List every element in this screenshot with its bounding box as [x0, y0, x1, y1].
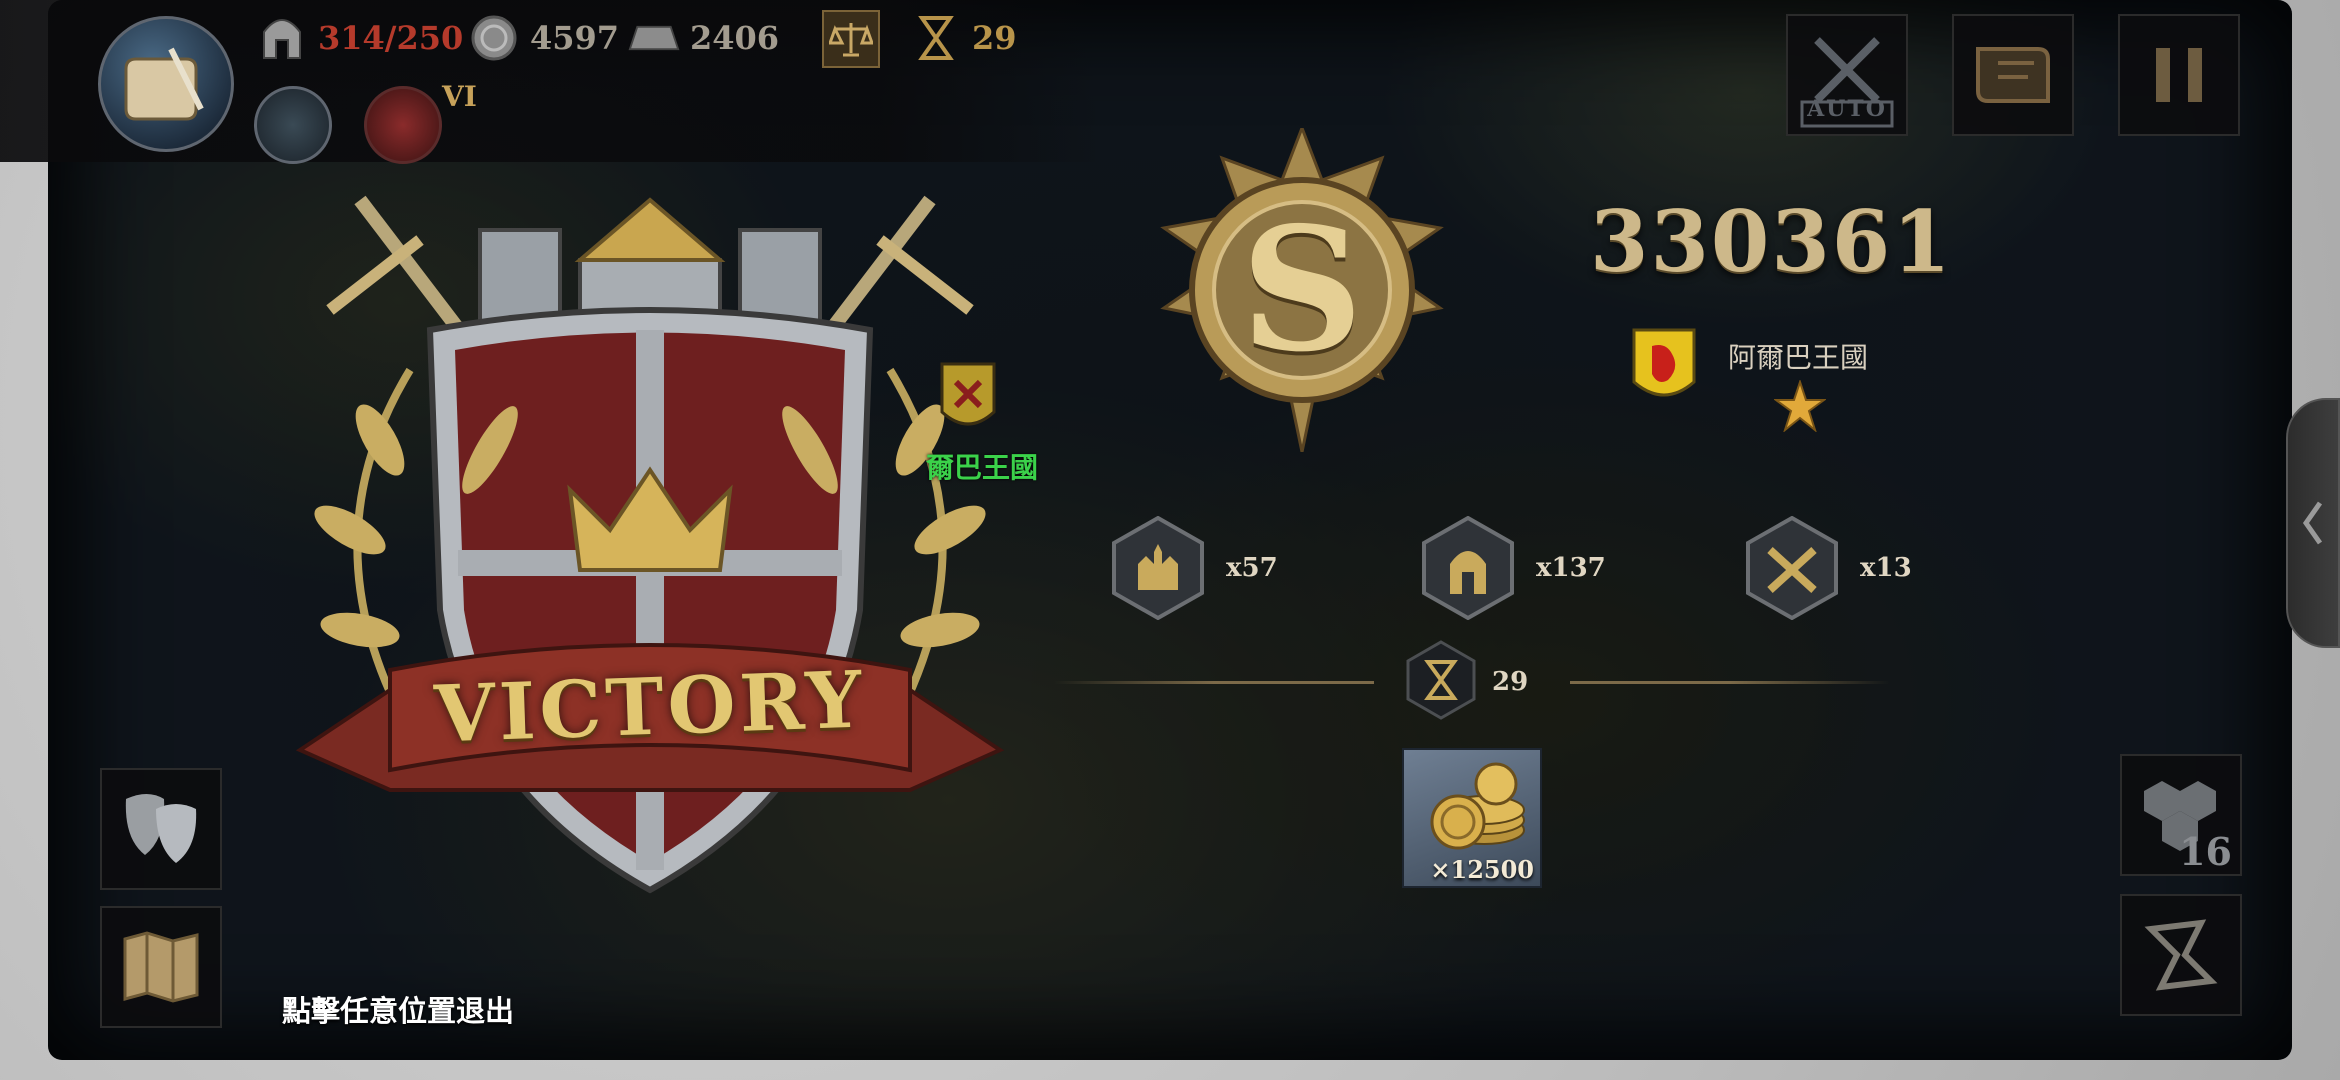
hourglass-icon	[910, 12, 962, 64]
level-label: VI	[442, 80, 477, 113]
stat-castles-value: x57	[1226, 553, 1278, 583]
silver-coin-icon	[468, 12, 520, 64]
top-resource-bar: 314/250 4597 2406 29 VI	[0, 0, 1100, 164]
territory-flag-icon	[940, 362, 996, 436]
victory-emblem: VICTORY	[270, 190, 1030, 910]
stat-soldiers: x137	[1422, 515, 1606, 621]
stat-weapons: x13	[1746, 515, 1912, 621]
map-scroll-button[interactable]	[100, 906, 222, 1028]
cannon-unit-icon[interactable]	[364, 86, 442, 164]
theater-masks-button[interactable]	[100, 768, 222, 890]
hex-count: 16	[2179, 829, 2232, 874]
victory-title: VICTORY	[432, 654, 868, 761]
stat-castles: x57	[1112, 515, 1278, 621]
troops-counter: 314/250	[256, 12, 463, 64]
end-turn-hourglass-button[interactable]	[2120, 894, 2242, 1016]
territory-label[interactable]: 爾巴王國	[926, 446, 1038, 486]
troops-value: 314/250	[318, 19, 464, 57]
divider-left	[1054, 681, 1374, 684]
auto-battle-button[interactable]: AUTO	[1786, 14, 1908, 136]
rank-letter: S	[1240, 190, 1364, 390]
stat-weapons-value: x13	[1860, 553, 1912, 583]
crossed-swords-icon	[1746, 515, 1838, 621]
hourglass-icon	[1406, 640, 1476, 724]
silver-value: 4597	[530, 19, 620, 57]
reward-quantity: ×12500	[1430, 855, 1534, 884]
turns-counter: 29	[910, 12, 1017, 64]
rating-star-icon	[1772, 378, 1828, 433]
reward-gold-coins[interactable]: ×12500	[1402, 748, 1542, 888]
kingdom-flag-icon	[1632, 328, 1696, 408]
auto-label: AUTO	[1807, 96, 1887, 122]
scroll-log-button[interactable]	[1952, 14, 2074, 136]
castle-icon	[1112, 515, 1204, 621]
hex-tiles-button[interactable]: 16	[2120, 754, 2242, 876]
tap-to-exit-hint: 點擊任意位置退出	[282, 994, 515, 1028]
shield-unit-icon[interactable]	[254, 86, 332, 164]
turns-value: 29	[972, 19, 1017, 57]
scroll-menu-icon[interactable]	[98, 16, 234, 152]
side-panel-tab[interactable]	[2286, 398, 2340, 648]
iron-counter: 2406	[628, 12, 779, 64]
kingdom-name: 阿爾巴王國	[1728, 341, 1869, 374]
silver-counter: 4597	[468, 12, 619, 64]
battle-score: 330361	[1590, 192, 1953, 291]
rank-medal: S	[1150, 123, 1454, 453]
iron-ingot-icon	[628, 12, 680, 64]
iron-value: 2406	[690, 19, 780, 57]
helmet-icon	[1422, 515, 1514, 621]
scales-icon[interactable]	[822, 10, 880, 68]
gold-coins-icon	[1430, 762, 1525, 850]
divider-right	[1570, 681, 1890, 684]
turns-used: 29	[1406, 640, 1528, 724]
stat-soldiers-value: x137	[1536, 553, 1606, 583]
turns-used-value: 29	[1492, 667, 1529, 697]
chevron-left-icon	[2302, 501, 2323, 545]
helmet-icon	[256, 12, 308, 64]
pause-button[interactable]	[2118, 14, 2240, 136]
